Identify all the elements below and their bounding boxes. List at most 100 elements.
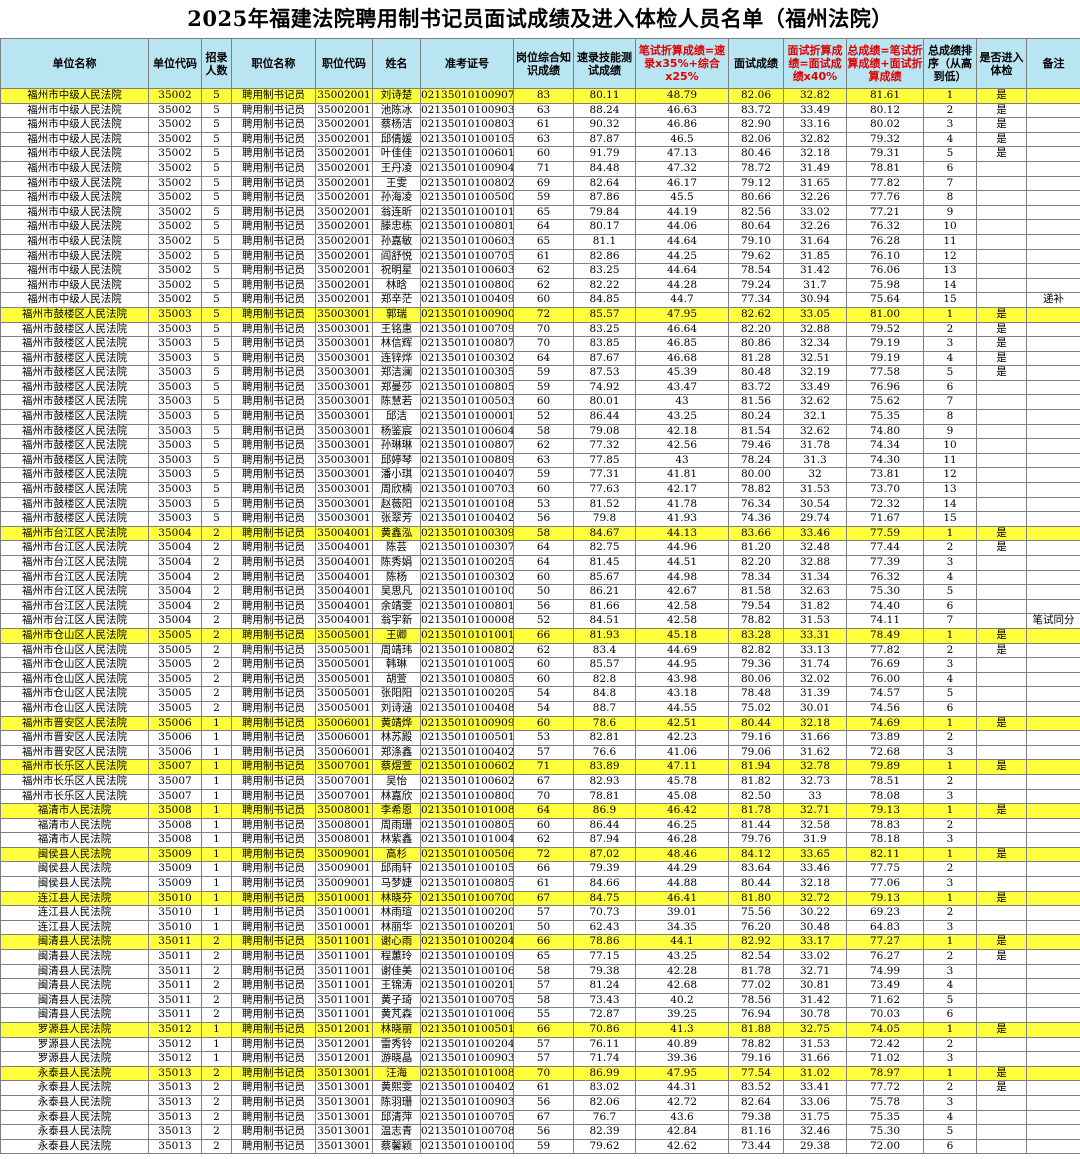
cell-typing-score: 83.89 [573,759,636,775]
cell-total-score: 76.69 [846,657,924,673]
cell-remarks [1026,788,1080,805]
cell-ticket-number: 021350101008071 [420,438,514,454]
col-header-typing-score: 速录技能测试成绩 [573,38,636,89]
cell-remarks [1026,160,1080,177]
cell-interview-converted: 32.62 [783,423,847,440]
cell-typing-score: 83.85 [573,336,636,352]
cell-unit-code: 35003 [148,452,202,469]
cell-unit-code: 35011 [148,963,202,980]
cell-name: 杨鉴宸 [372,423,421,440]
col-header-rank: 总成绩排序（从高到低） [923,38,977,89]
cell-physical-exam [976,511,1027,527]
cell-position-code: 35013001 [315,1065,373,1082]
cell-name: 蔡煜萱 [372,759,421,775]
cell-unit-name: 福州市中级人民法院 [0,88,149,104]
cell-remarks [1026,1036,1080,1053]
cell-position-code: 35002001 [315,175,373,192]
cell-rank: 12 [923,248,977,265]
cell-rank: 1 [923,306,977,323]
cell-interview-converted: 32.18 [783,146,847,162]
cell-interview-score: 83.64 [728,861,784,878]
cell-unit-name: 福州市鼓楼区人民法院 [0,423,149,440]
cell-written-converted: 45.39 [635,365,729,381]
cell-knowledge-score: 66 [513,861,574,878]
cell-written-converted: 44.06 [635,219,729,235]
cell-typing-score: 85.67 [573,569,636,586]
cell-rank: 3 [923,117,977,133]
cell-rank: 2 [923,642,977,659]
cell-typing-score: 74.92 [573,379,636,396]
cell-unit-name: 福州市仓山区人民法院 [0,700,149,717]
cell-name: 谢佳美 [372,963,421,980]
cell-ticket-number: 021350101002048 [420,934,514,951]
cell-written-converted: 47.95 [635,306,729,323]
cell-interview-score: 81.58 [728,584,784,600]
cell-typing-score: 79.08 [573,423,636,440]
cell-ticket-number: 021350101008092 [420,452,514,469]
cell-position-code: 35002001 [315,292,373,308]
results-table: 单位名称 单位代码 招录人数 职位名称 职位代码 姓名 准考证号 岗位综合知识成… [0,38,1080,1155]
col-header-total-score: 总成绩=笔试折算成绩+面试折算成绩 [846,38,924,89]
cell-typing-score: 81.24 [573,978,636,994]
cell-rank: 8 [923,409,977,425]
table-row: 罗源县人民法院 35012 1 聘用制书记员 35012001 雷秀铃 0213501010… [0,1036,1080,1053]
cell-quota: 5 [201,277,232,294]
cell-unit-name: 福州市鼓楼区人民法院 [0,409,149,425]
cell-physical-exam: 是 [976,642,1027,659]
cell-quota: 5 [201,175,232,192]
cell-ticket-number: 021350101002017 [420,919,514,936]
cell-interview-score: 79.38 [728,1109,784,1126]
cell-knowledge-score: 58 [513,963,574,980]
cell-physical-exam: 是 [976,1022,1027,1038]
cell-interview-score: 79.12 [728,175,784,192]
cell-knowledge-score: 50 [513,919,574,936]
cell-position-name: 聘用制书记员 [231,350,316,367]
cell-unit-code: 35002 [148,131,202,148]
cell-unit-code: 35003 [148,394,202,411]
cell-rank: 3 [923,555,977,571]
cell-remarks [1026,131,1080,148]
table-body: 福州市中级人民法院 35002 5 聘用制书记员 35002001 刘诗楚 02135010… [0,88,1080,1155]
cell-ticket-number: 021350101004089 [420,700,514,717]
cell-quota: 5 [201,117,232,133]
cell-ticket-number: 021350101007001 [420,890,514,907]
cell-written-converted: 46.28 [635,832,729,848]
cell-name: 林紫鑫 [372,832,421,848]
cell-ticket-number: 021350101008018 [420,598,514,615]
cell-physical-exam [976,671,1027,688]
cell-total-score: 78.51 [846,773,924,790]
cell-interview-converted: 32 [783,467,847,484]
table-row: 福州市中级人民法院 35002 5 聘用制书记员 35002001 池陈冰 02135010… [0,102,1080,119]
col-header-position-code: 职位代码 [315,38,373,89]
cell-unit-name: 福清市人民法院 [0,817,149,834]
cell-name: 林晓芬 [372,890,421,907]
cell-unit-code: 35002 [148,117,202,133]
cell-interview-score: 78.82 [728,613,784,629]
cell-ticket-number: 021350101003054 [420,365,514,381]
cell-interview-converted: 31.39 [783,686,847,702]
cell-remarks [1026,876,1080,892]
cell-name: 孙嘉敏 [372,233,421,250]
cell-name: 王丹凌 [372,160,421,177]
cell-interview-converted: 31.02 [783,1065,847,1082]
cell-interview-score: 77.34 [728,292,784,308]
cell-unit-name: 福州市中级人民法院 [0,204,149,221]
cell-written-converted: 42.18 [635,423,729,440]
cell-rank: 11 [923,233,977,250]
cell-position-code: 35005001 [315,671,373,688]
cell-position-name: 聘用制书记员 [231,613,316,629]
cell-interview-converted: 30.01 [783,700,847,717]
cell-unit-name: 连江县人民法院 [0,919,149,936]
cell-physical-exam: 是 [976,365,1027,381]
cell-remarks [1026,803,1080,819]
cell-written-converted: 42.67 [635,584,729,600]
cell-written-converted: 43 [635,394,729,411]
cell-position-name: 聘用制书记员 [231,730,316,746]
cell-position-code: 35003001 [315,423,373,440]
cell-name: 程蕙玲 [372,949,421,965]
cell-unit-code: 35008 [148,832,202,848]
cell-position-name: 聘用制书记员 [231,642,316,659]
cell-written-converted: 39.01 [635,905,729,921]
cell-position-name: 聘用制书记员 [231,598,316,615]
cell-typing-score: 82.81 [573,730,636,746]
